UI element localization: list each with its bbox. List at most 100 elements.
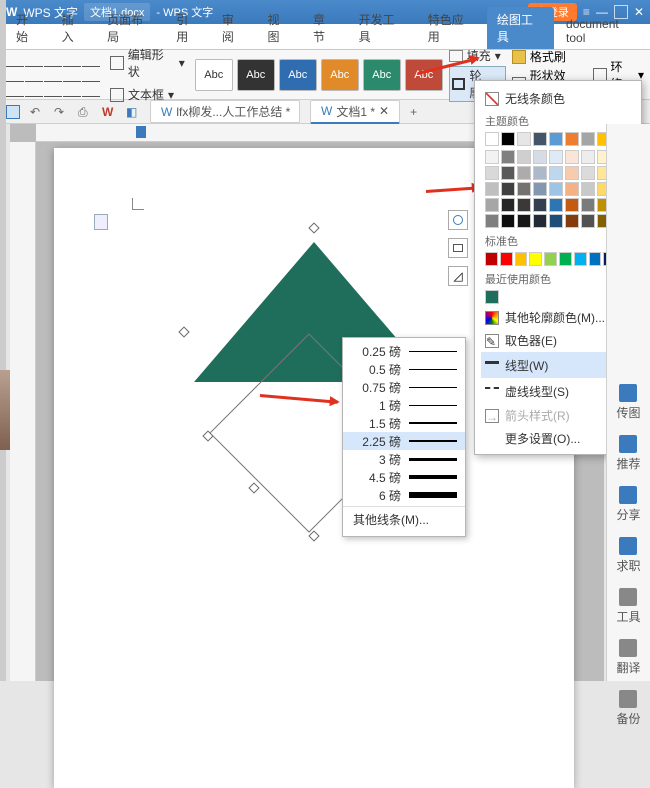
line-width-4.5[interactable]: 4.5 磅 xyxy=(343,468,465,486)
tab-2[interactable]: 页面布局 xyxy=(97,7,164,49)
shape-style-5[interactable]: Abc xyxy=(405,59,443,91)
swatch[interactable] xyxy=(500,252,513,266)
swatch[interactable] xyxy=(501,166,515,180)
w-icon[interactable]: W xyxy=(102,105,116,119)
swatch[interactable] xyxy=(559,252,572,266)
tab-7[interactable]: 开发工具 xyxy=(349,7,416,49)
swatch[interactable] xyxy=(565,198,579,212)
shape-style-1[interactable]: Abc xyxy=(237,59,275,91)
layout-options-icon[interactable] xyxy=(448,210,468,230)
tab-3[interactable]: 引用 xyxy=(166,7,210,49)
tab-4[interactable]: 审阅 xyxy=(212,7,256,49)
line-width-0.5[interactable]: 0.5 磅 xyxy=(343,360,465,378)
line-width-1.5[interactable]: 1.5 磅 xyxy=(343,414,465,432)
save-icon[interactable] xyxy=(6,105,20,119)
swatch[interactable] xyxy=(549,198,563,212)
shape-effects-float-icon[interactable]: ◿ xyxy=(448,266,468,286)
shape-style-2[interactable]: Abc xyxy=(279,59,317,91)
swatch[interactable] xyxy=(565,166,579,180)
tab-6[interactable]: 章节 xyxy=(303,7,347,49)
swatch[interactable] xyxy=(533,150,547,164)
vertical-ruler[interactable] xyxy=(10,142,36,681)
swatch[interactable] xyxy=(485,166,499,180)
redo-icon[interactable]: ↷ xyxy=(54,105,68,119)
swatch[interactable] xyxy=(581,198,595,212)
line-width-3[interactable]: 3 磅 xyxy=(343,450,465,468)
sidepanel-2[interactable]: 分享 xyxy=(616,486,640,523)
swatch[interactable] xyxy=(549,214,563,228)
swatch[interactable] xyxy=(501,150,515,164)
swatch[interactable] xyxy=(501,132,515,146)
sidepanel-4[interactable]: 工具 xyxy=(616,588,640,625)
sidepanel-0[interactable]: 传图 xyxy=(616,384,640,421)
swatch[interactable] xyxy=(515,252,528,266)
swatch[interactable] xyxy=(485,198,499,212)
swatch[interactable] xyxy=(533,198,547,212)
tab-0[interactable]: 开始 xyxy=(6,7,50,49)
shape-picture-icon[interactable] xyxy=(448,238,468,258)
line-width-0.75[interactable]: 0.75 磅 xyxy=(343,378,465,396)
format-brush-button[interactable]: 格式刷 xyxy=(512,48,587,65)
swatch[interactable] xyxy=(581,214,595,228)
swatch[interactable] xyxy=(501,214,515,228)
swatch[interactable] xyxy=(533,132,547,146)
swatch[interactable] xyxy=(517,182,531,196)
swatch[interactable] xyxy=(574,252,587,266)
swatch[interactable] xyxy=(533,214,547,228)
shape-style-4[interactable]: Abc xyxy=(363,59,401,91)
swatch[interactable] xyxy=(565,214,579,228)
cube-icon[interactable]: ◧ xyxy=(126,105,140,119)
shape-style-3[interactable]: Abc xyxy=(321,59,359,91)
tab-9[interactable]: 绘图工具 xyxy=(487,7,554,49)
swatch[interactable] xyxy=(581,166,595,180)
swatch[interactable] xyxy=(565,150,579,164)
swatch[interactable] xyxy=(533,166,547,180)
line-width-0.25[interactable]: 0.25 磅 xyxy=(343,342,465,360)
sidepanel-6[interactable]: 备份 xyxy=(616,690,640,727)
ruler-marker[interactable] xyxy=(136,126,146,138)
swatch[interactable] xyxy=(581,182,595,196)
swatch[interactable] xyxy=(549,166,563,180)
sidepanel-5[interactable]: 翻译 xyxy=(616,639,640,676)
swatch[interactable] xyxy=(544,252,557,266)
handle-top[interactable] xyxy=(308,222,319,233)
swatch[interactable] xyxy=(517,166,531,180)
no-line-color[interactable]: 无线条颜色 xyxy=(481,87,635,110)
swatch[interactable] xyxy=(581,150,595,164)
line-width-6[interactable]: 6 磅 xyxy=(343,486,465,504)
tab-8[interactable]: 特色应用 xyxy=(418,7,485,49)
swatch[interactable] xyxy=(485,290,499,304)
swatch[interactable] xyxy=(517,150,531,164)
swatch[interactable] xyxy=(501,198,515,212)
swatch[interactable] xyxy=(529,252,542,266)
swatch[interactable] xyxy=(485,182,499,196)
line-width-2.25[interactable]: 2.25 磅 xyxy=(343,432,465,450)
swatch[interactable] xyxy=(485,252,498,266)
swatch[interactable] xyxy=(501,182,515,196)
sidepanel-3[interactable]: 求职 xyxy=(616,537,640,574)
shape-style-0[interactable]: Abc xyxy=(195,59,233,91)
edit-shape-button[interactable]: 编辑形状▾ xyxy=(106,44,189,82)
menu-icon[interactable]: ≡ xyxy=(583,5,590,19)
line-width-1[interactable]: 1 磅 xyxy=(343,396,465,414)
swatch[interactable] xyxy=(589,252,602,266)
swatch[interactable] xyxy=(549,132,563,146)
tab-5[interactable]: 视图 xyxy=(257,7,301,49)
swatch[interactable] xyxy=(565,132,579,146)
new-tab-icon[interactable]: + xyxy=(410,105,417,119)
swatch[interactable] xyxy=(517,132,531,146)
print-icon[interactable]: ⎙ xyxy=(78,105,92,119)
tab-10[interactable]: document tool xyxy=(556,13,650,49)
swatch[interactable] xyxy=(517,198,531,212)
shape-lines-gallery[interactable] xyxy=(6,53,100,97)
close-tab-icon[interactable]: ✕ xyxy=(379,104,389,118)
swatch[interactable] xyxy=(581,132,595,146)
doc-tab-1[interactable]: W文档1 *✕ xyxy=(310,100,400,124)
swatch[interactable] xyxy=(485,150,499,164)
swatch[interactable] xyxy=(549,182,563,196)
swatch[interactable] xyxy=(533,182,547,196)
swatch[interactable] xyxy=(485,132,499,146)
undo-icon[interactable]: ↶ xyxy=(30,105,44,119)
swatch[interactable] xyxy=(517,214,531,228)
other-line-width[interactable]: 其他线条(M)... xyxy=(343,506,465,532)
